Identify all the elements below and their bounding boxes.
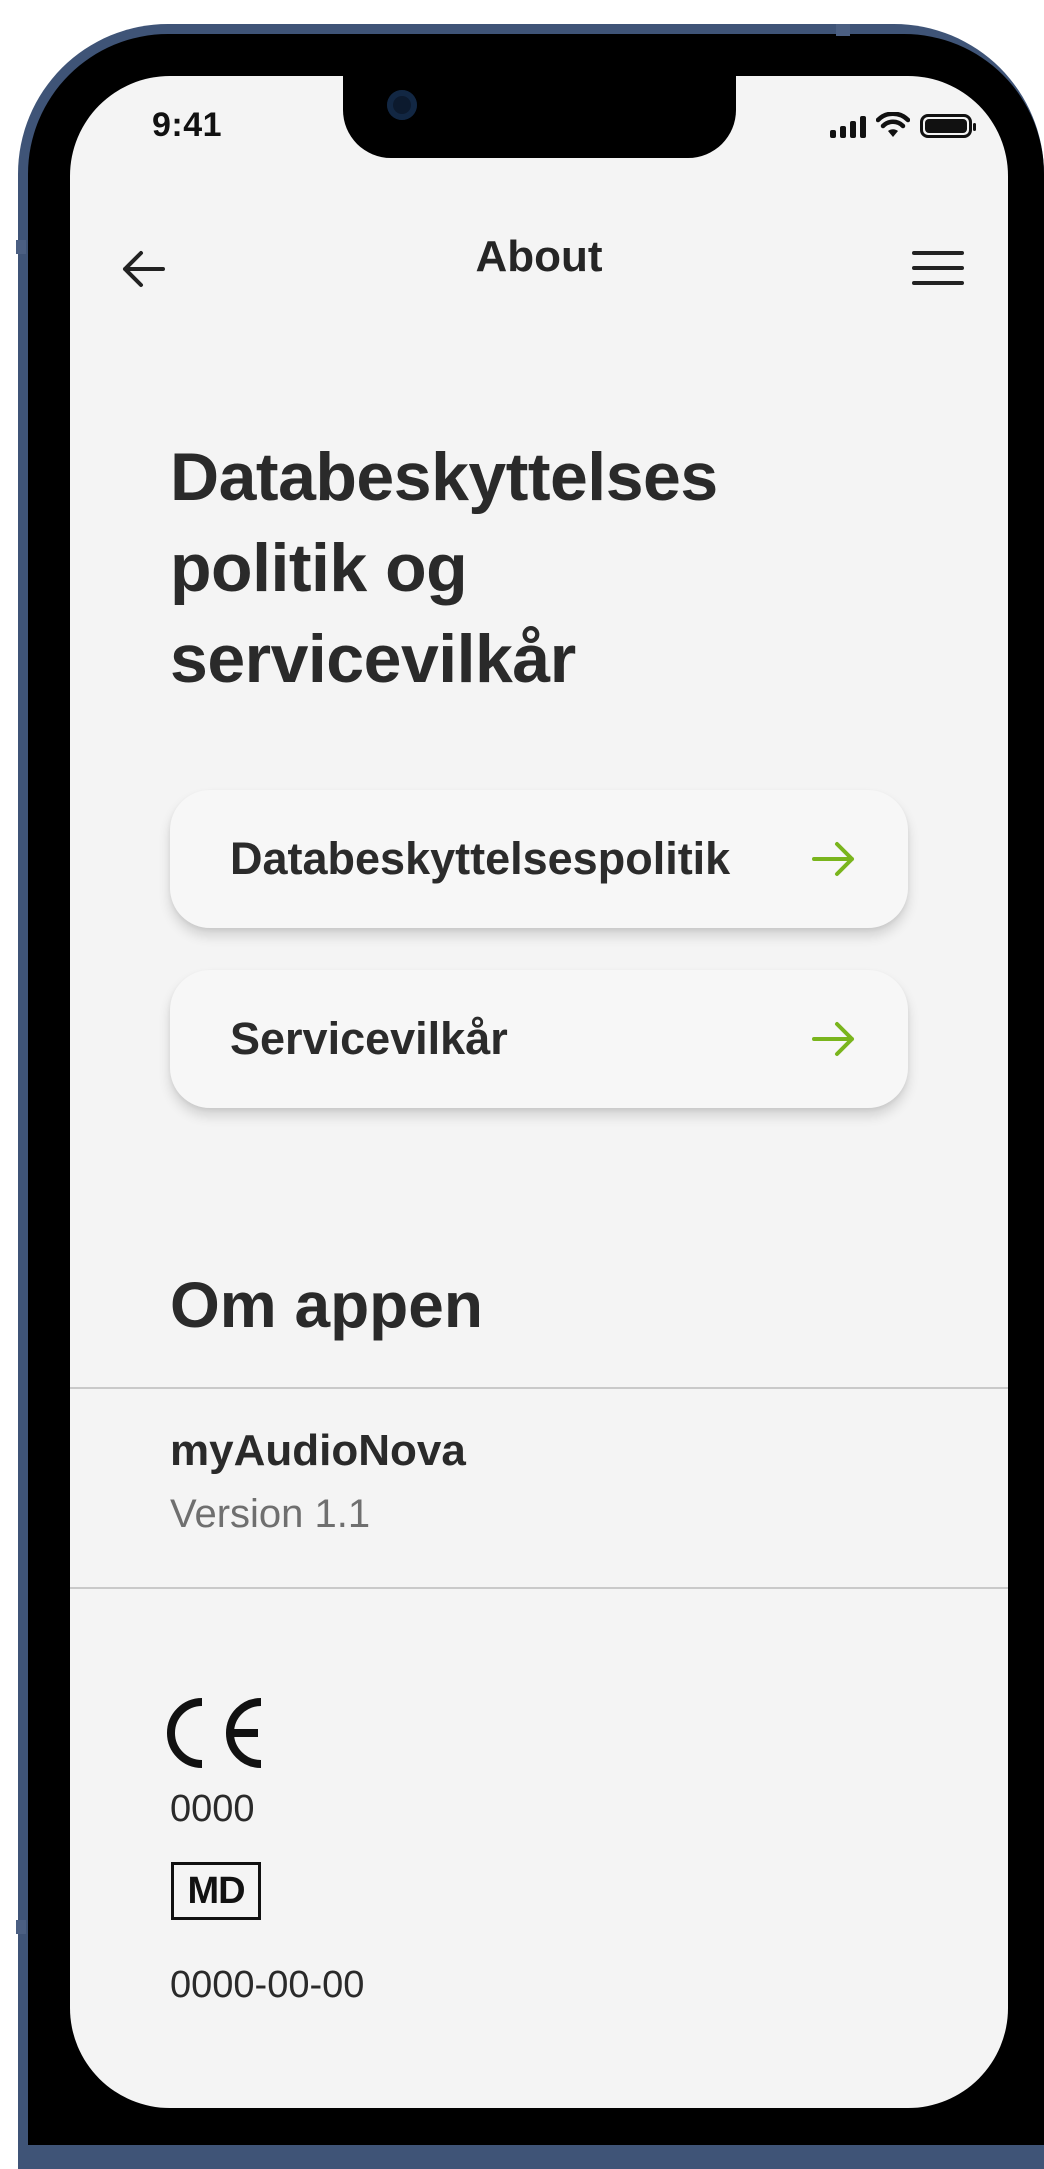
side-button [16,1920,26,1934]
link-label: Databeskyttelsespolitik [230,833,731,884]
section-heading: Databeskyttelses politik og servicevilkå… [170,432,890,705]
battery-icon [920,114,976,138]
front-camera [387,90,417,120]
app-screen: 9:41 About Databeskyttelses politik og s… [70,76,1008,2108]
app-name: myAudioNova [170,1426,466,1475]
about-app-title: Om appen [170,1269,483,1341]
link-label: Servicevilkår [230,1013,508,1064]
status-time: 9:41 [152,106,223,144]
divider [70,1387,1008,1389]
arrow-right-icon [812,1022,854,1056]
md-label: MD [187,1869,245,1912]
app-version: Version 1.1 [170,1492,371,1536]
arrow-right-icon [812,842,854,876]
status-icons [830,112,976,138]
manufacture-date: 0000-00-00 [170,1964,365,2006]
side-button [16,240,26,254]
medical-device-mark: MD [171,1862,261,1920]
notified-body-number: 0000 [170,1788,255,1830]
heading-line: Databeskyttelses [170,439,718,515]
terms-of-service-link[interactable]: Servicevilkår [170,970,908,1108]
page-title: About [475,232,603,281]
divider [70,1587,1008,1589]
ce-mark-icon [167,1698,262,1768]
privacy-policy-link[interactable]: Databeskyttelsespolitik [170,790,908,928]
notch [343,76,736,158]
menu-button[interactable] [910,240,966,296]
wifi-icon [876,112,910,137]
heading-line: politik og [170,530,468,606]
hamburger-menu-icon [912,251,964,285]
side-button [836,24,850,36]
cellular-signal-icon [830,116,866,138]
heading-line: servicevilkår [170,621,576,697]
